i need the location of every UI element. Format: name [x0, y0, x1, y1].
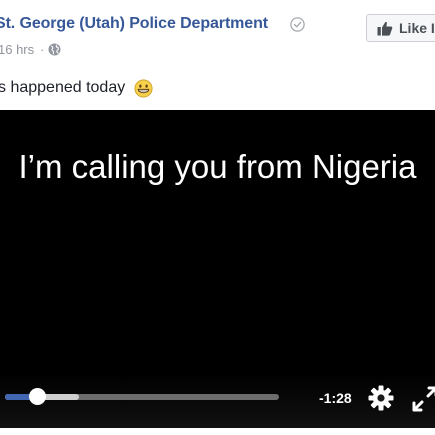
grinning-face-icon	[134, 79, 153, 98]
globe-icon[interactable]	[48, 43, 61, 56]
page-name-link[interactable]: St. George (Utah) Police Department	[0, 15, 268, 33]
gear-icon[interactable]	[366, 383, 396, 413]
post-timestamp[interactable]: 16 hrs	[0, 42, 34, 57]
post-text: s happened today	[0, 79, 126, 96]
facebook-post: St. George (Utah) Police Department 16 h…	[0, 0, 435, 435]
verified-badge-icon	[290, 17, 305, 32]
progress-track[interactable]	[5, 394, 279, 400]
meta-separator: ·	[40, 42, 45, 57]
fullscreen-icon[interactable]	[410, 384, 435, 414]
progress-scrubber-handle[interactable]	[29, 388, 46, 405]
video-caption: I’m calling you from Nigeria	[18, 148, 417, 185]
time-remaining: -1:28	[319, 390, 352, 406]
post-header: St. George (Utah) Police Department 16 h…	[0, 0, 435, 108]
video-player[interactable]: I’m calling you from Nigeria -1:28	[0, 110, 435, 428]
like-button-label: Like I	[399, 20, 435, 36]
like-page-button[interactable]: Like I	[366, 14, 435, 42]
thumbs-up-icon	[377, 21, 393, 36]
